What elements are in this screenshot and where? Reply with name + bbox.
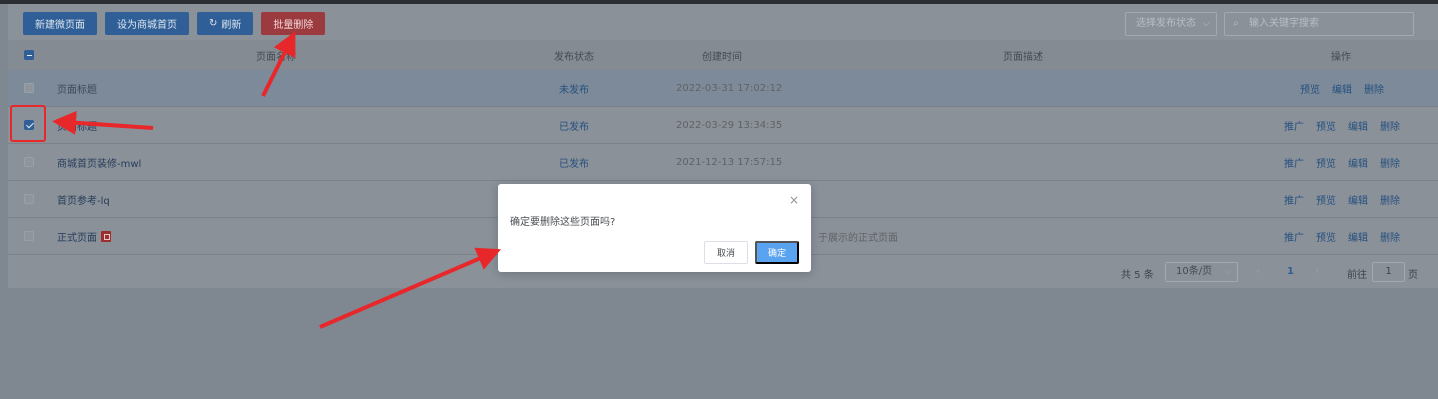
goto-label: 前往: [1347, 270, 1367, 281]
new-page-button[interactable]: 新建微页面: [23, 12, 97, 35]
row-created: 2022-03-29 13:34:35: [676, 119, 783, 131]
promote-link[interactable]: 推广: [1284, 155, 1304, 170]
page-size-value: 10条/页: [1176, 266, 1213, 277]
row-desc: 于展示的正式页面: [818, 232, 898, 244]
status-select[interactable]: 选择发布状态 ⌵: [1125, 12, 1217, 36]
row-status: 未发布: [559, 84, 589, 96]
table-header: 页面名称 发布状态 创建时间 页面描述 操作: [8, 40, 1438, 70]
row-name[interactable]: 页面标题: [57, 70, 97, 106]
row-checkbox[interactable]: [24, 83, 34, 93]
next-page-button[interactable]: ›: [1315, 266, 1319, 277]
header-created: 创建时间: [702, 51, 742, 63]
search-icon: ⌕: [1233, 18, 1239, 29]
delete-link[interactable]: 删除: [1380, 118, 1400, 133]
delete-link[interactable]: 删除: [1380, 192, 1400, 207]
confirm-button[interactable]: 确定: [755, 241, 799, 264]
delete-link[interactable]: 删除: [1364, 81, 1384, 96]
row-checkbox[interactable]: [24, 231, 34, 241]
header-desc: 页面描述: [1003, 51, 1043, 63]
delete-link[interactable]: 删除: [1380, 155, 1400, 170]
promote-link[interactable]: 推广: [1284, 192, 1304, 207]
status-select-placeholder: 选择发布状态: [1136, 18, 1196, 29]
preview-link[interactable]: 预览: [1316, 229, 1336, 244]
select-all-cell: [24, 40, 34, 70]
edit-link[interactable]: 编辑: [1348, 229, 1368, 244]
prev-page-button[interactable]: ‹: [1256, 266, 1260, 277]
pagination-total: 共 5 条: [1121, 270, 1154, 281]
header-status: 发布状态: [554, 51, 594, 63]
preview-link[interactable]: 预览: [1316, 192, 1336, 207]
header-ops: 操作: [1331, 51, 1351, 63]
header-name: 页面名称: [256, 51, 296, 63]
refresh-icon: ↻: [209, 18, 218, 29]
edit-link[interactable]: 编辑: [1332, 81, 1352, 96]
edit-link[interactable]: 编辑: [1348, 192, 1368, 207]
preview-link[interactable]: 预览: [1316, 118, 1336, 133]
goto-page-input[interactable]: 1: [1372, 262, 1405, 282]
search-placeholder: 输入关键字搜索: [1249, 18, 1319, 29]
select-all-checkbox[interactable]: [24, 50, 34, 60]
cancel-button[interactable]: 取消: [704, 241, 748, 264]
row-name[interactable]: 页面标题: [57, 107, 97, 143]
toolbar: 新建微页面 设为商城首页 ↻ 刷新 批量删除: [23, 12, 326, 35]
dialog-message: 确定要删除这些页面吗?: [510, 217, 616, 228]
delete-link[interactable]: 删除: [1380, 229, 1400, 244]
row-name[interactable]: 首页参考-lq: [57, 181, 110, 217]
search-input[interactable]: ⌕ 输入关键字搜索: [1224, 12, 1414, 36]
row-created: 2022-03-31 17:02:12: [676, 82, 783, 94]
page-size-select[interactable]: 10条/页 ⌵: [1165, 262, 1238, 282]
refresh-button[interactable]: ↻ 刷新: [197, 12, 254, 35]
edit-link[interactable]: 编辑: [1348, 118, 1368, 133]
row-name-cell[interactable]: 正式页面: [57, 218, 111, 254]
chevron-down-icon: ⌵: [1202, 18, 1210, 29]
edit-link[interactable]: 编辑: [1348, 155, 1368, 170]
chevron-down-icon: ⌵: [1223, 266, 1231, 277]
page-number[interactable]: 1: [1287, 266, 1294, 277]
row-checkbox[interactable]: [24, 194, 34, 204]
goto-unit: 页: [1408, 270, 1418, 281]
row-name: 正式页面: [57, 232, 97, 244]
row-name[interactable]: 商城首页装修-mwl: [57, 144, 141, 180]
set-home-button[interactable]: 设为商城首页: [105, 12, 189, 35]
preview-link[interactable]: 预览: [1300, 81, 1320, 96]
row-status: 已发布: [559, 121, 589, 133]
row-status: 已发布: [559, 158, 589, 170]
table-row[interactable]: 商城首页装修-mwl 已发布 2021-12-13 17:57:15 推广 预览…: [8, 144, 1438, 181]
row-checkbox[interactable]: [24, 157, 34, 167]
table-row[interactable]: 页面标题 未发布 2022-03-31 17:02:12 预览 编辑 删除: [8, 70, 1438, 107]
batch-delete-button[interactable]: 批量删除: [261, 12, 326, 35]
preview-link[interactable]: 预览: [1316, 155, 1336, 170]
promote-link[interactable]: 推广: [1284, 118, 1304, 133]
close-icon[interactable]: ×: [789, 193, 799, 207]
annotation-highlight-box: [10, 105, 46, 142]
confirm-dialog: × 确定要删除这些页面吗? 取消 确定: [498, 184, 811, 272]
promote-link[interactable]: 推广: [1284, 229, 1304, 244]
table-row[interactable]: 页面标题 已发布 2022-03-29 13:34:35 推广 预览 编辑 删除: [8, 107, 1438, 144]
refresh-label: 刷新: [221, 20, 242, 31]
row-created: 2021-12-13 17:57:15: [676, 156, 783, 168]
home-badge-icon: [101, 230, 111, 242]
